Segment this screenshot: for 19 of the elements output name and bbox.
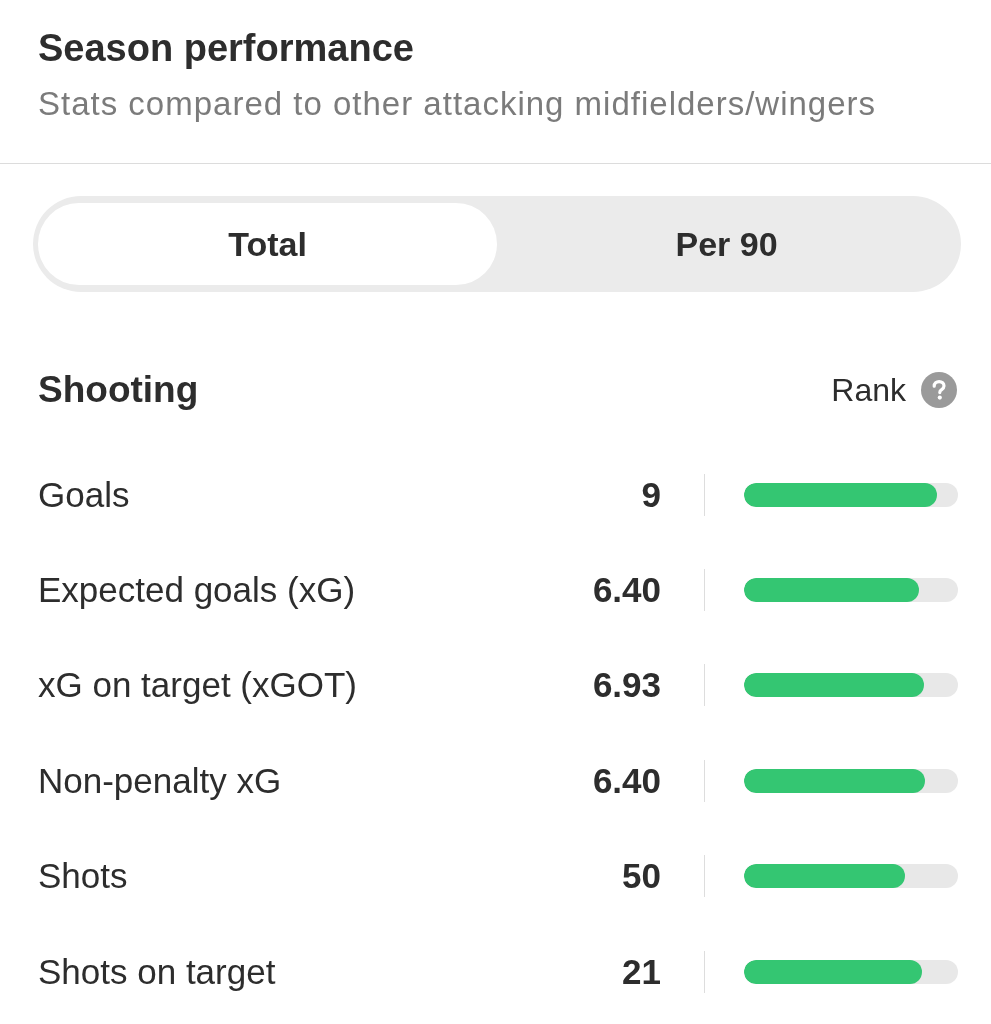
stat-value: 6.93 [592,665,661,706]
stat-value: 50 [622,856,661,897]
rank-label: Rank [831,371,906,409]
card-subtitle: Stats compared to other attacking midfielders/wingers [38,85,877,123]
stat-label: Shots [38,856,128,897]
help-icon[interactable] [921,372,957,408]
stat-label: Goals [38,474,130,515]
section-title: Shooting [38,369,199,411]
stat-label: Shots on target [38,951,276,992]
stat-label: Expected goals (xG) [38,570,356,611]
stat-label: xG on target (xGOT) [38,665,357,706]
stat-value: 6.40 [592,760,661,801]
stat-label: Non-penalty xG [38,760,282,801]
stat-value: 9 [641,474,661,515]
stat-value: 6.40 [592,570,661,611]
segment-tab[interactable]: Per 90 [497,203,956,285]
stat-value: 21 [622,951,661,992]
segment-tab[interactable]: Total [38,203,497,285]
card-title: Season performance [38,26,414,70]
